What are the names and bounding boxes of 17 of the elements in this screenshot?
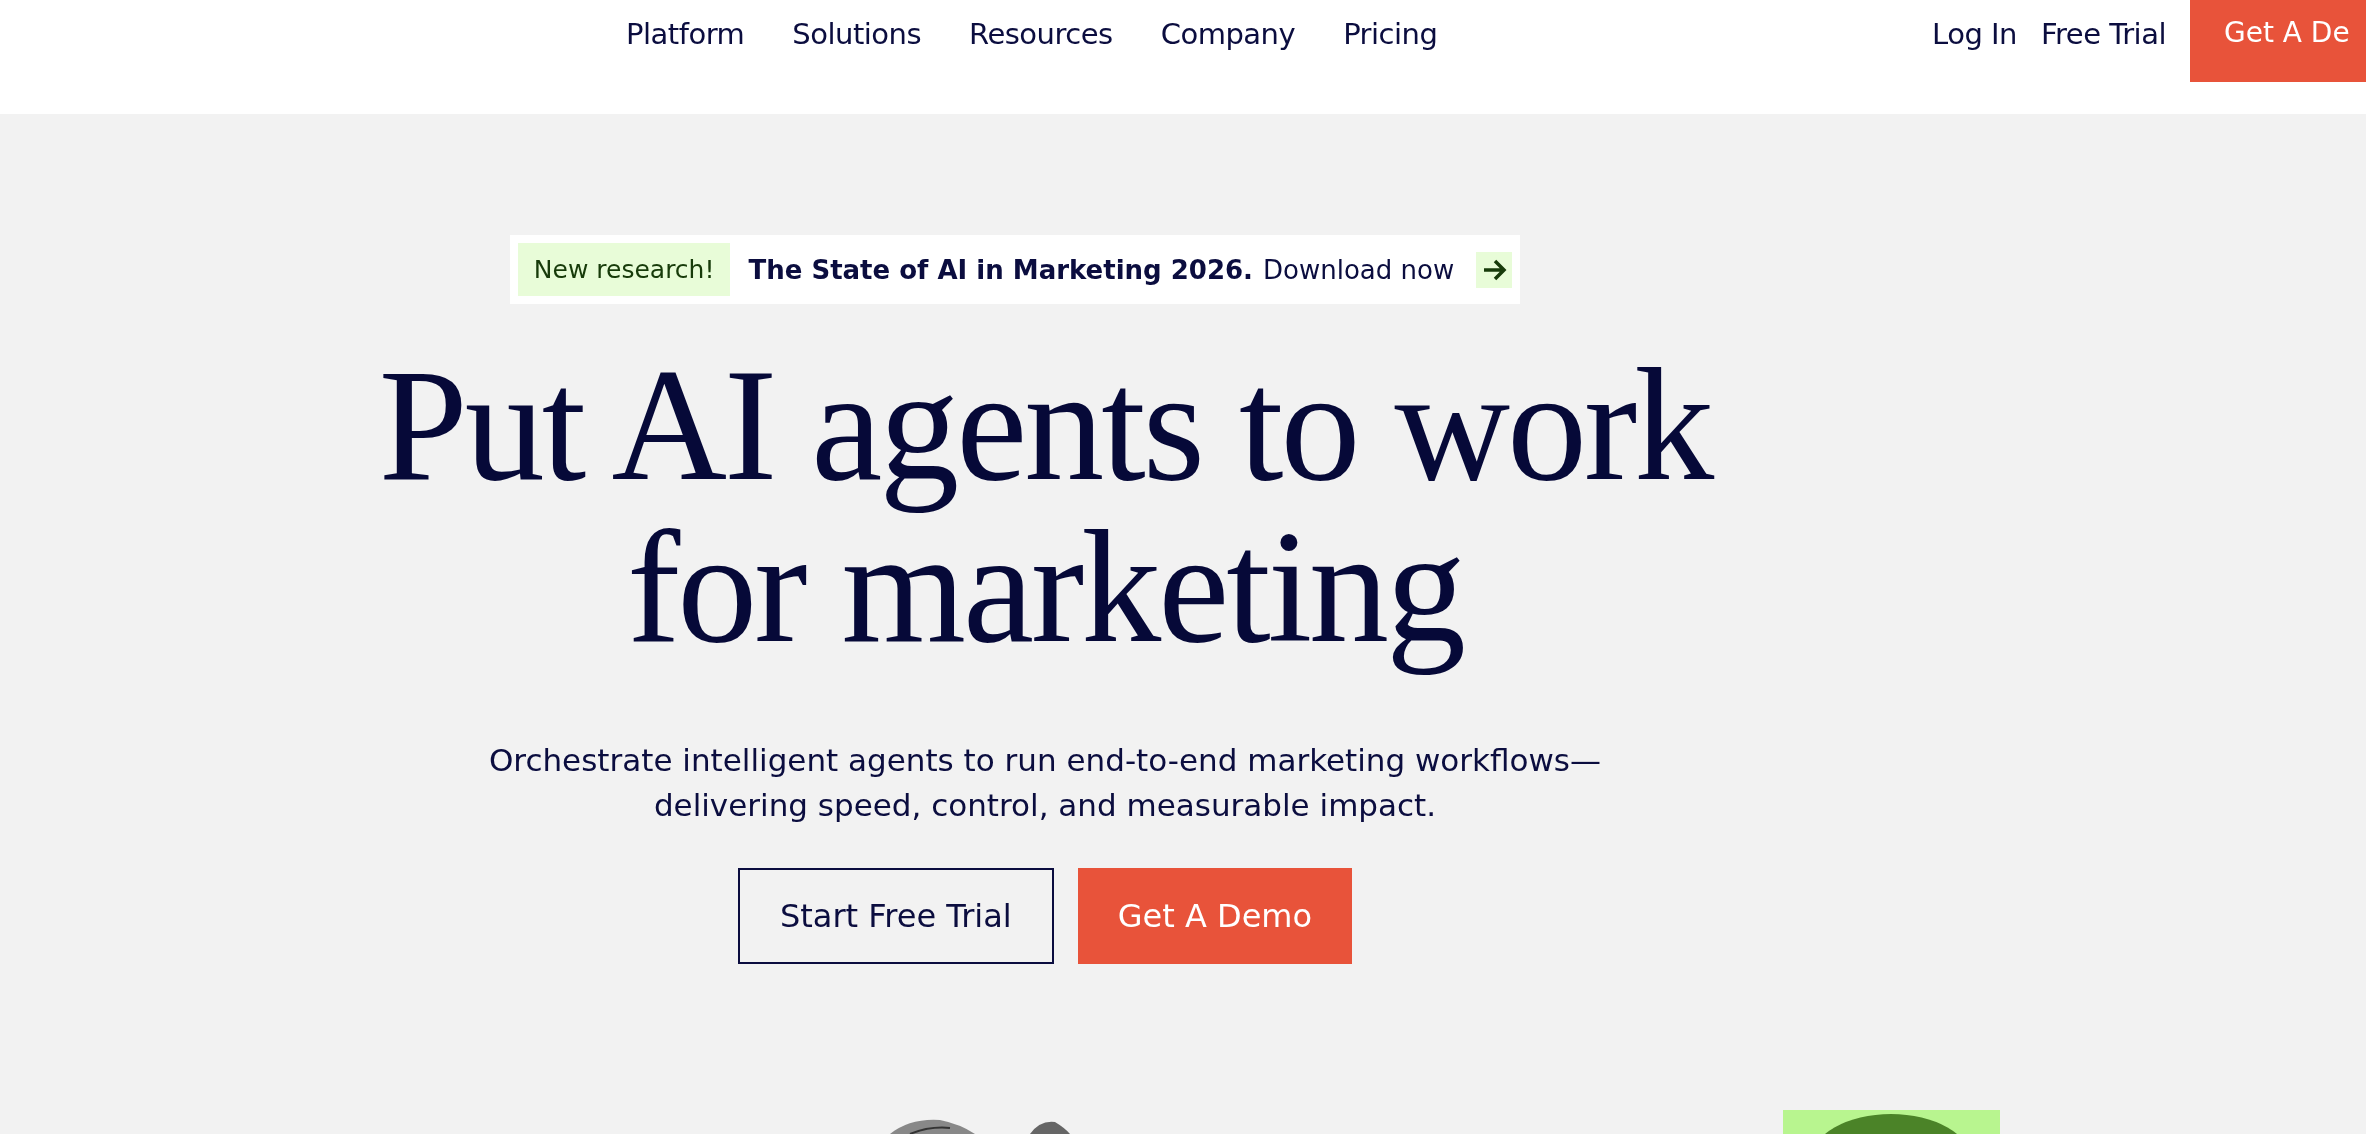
nav-link[interactable]: Pricing bbox=[1343, 14, 1438, 54]
banner-tag: New research! bbox=[517, 243, 731, 296]
demo-button[interactable]: Get A Demo bbox=[1077, 868, 1353, 964]
hero-headline: Put AI agents to work for marketing bbox=[377, 344, 1713, 678]
nav-link[interactable]: Platform bbox=[626, 14, 745, 54]
banner-title: The State of AI in Marketing 2026. bbox=[748, 254, 1253, 285]
nav-link[interactable]: Resources bbox=[969, 14, 1113, 54]
header-link[interactable]: Free Trial bbox=[2040, 14, 2166, 54]
arrow-right-icon bbox=[1476, 251, 1513, 288]
header-link[interactable]: Log In bbox=[1932, 14, 2017, 54]
nav-link[interactable]: Solutions bbox=[792, 14, 922, 54]
announcement-banner[interactable]: New research! The State of AI in Marketing 2026. Download now bbox=[509, 235, 1521, 304]
hero-subtitle: Orchestrate intelligent agents to run end-to-end marketing workflows— delivering speed, control, and measurable impact. bbox=[488, 741, 1602, 825]
demo-button[interactable]: Get A De bbox=[2190, 0, 2366, 82]
banner-action: Download now bbox=[1263, 254, 1455, 285]
trial-button[interactable]: Start Free Trial bbox=[737, 868, 1054, 964]
nav-link[interactable]: Company bbox=[1160, 14, 1296, 54]
